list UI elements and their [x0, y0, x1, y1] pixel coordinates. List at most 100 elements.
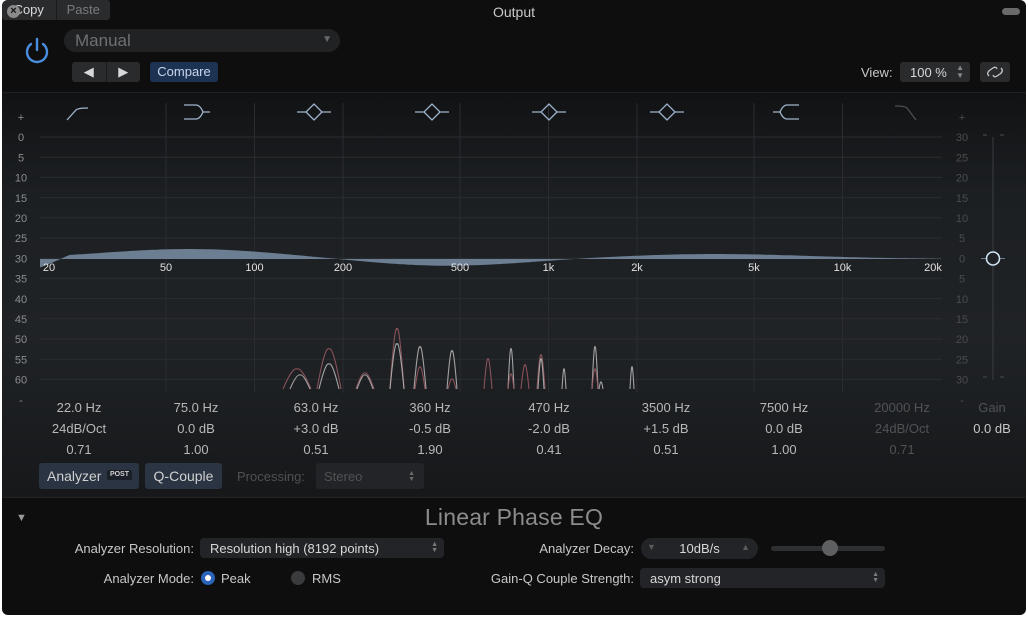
master-gain-readout: Gain 0.0 dB — [962, 399, 1022, 441]
band-q-value[interactable]: 1.00 — [734, 441, 834, 462]
band-gain-value[interactable]: -2.0 dB — [499, 420, 599, 441]
band-gain-value[interactable]: 24dB/Oct — [29, 420, 129, 441]
band-freq-value[interactable]: 7500 Hz — [734, 399, 834, 420]
analyzer-button[interactable]: Analyzer POST — [39, 463, 139, 489]
gain-value[interactable]: 0.0 dB — [962, 420, 1022, 441]
link-icon — [987, 66, 1003, 78]
preset-menu[interactable]: Manual ▼ — [64, 29, 340, 52]
link-button[interactable] — [980, 62, 1010, 82]
bell-icon[interactable] — [650, 103, 684, 121]
left-scale-label: 25 — [15, 233, 27, 245]
left-scale-label: 0 — [18, 132, 24, 144]
frequency-label: 20k — [924, 262, 942, 274]
band-gain-value[interactable]: +3.0 dB — [266, 420, 366, 441]
bell-icon[interactable] — [415, 103, 449, 121]
band-freq-value[interactable]: 22.0 Hz — [29, 399, 129, 420]
analyzer-decay-slider-thumb[interactable] — [822, 540, 838, 556]
title-bar: × Output — [2, 0, 1026, 24]
bell-icon[interactable] — [297, 103, 331, 121]
processing-select[interactable]: Stereo ▲ ▼ — [316, 463, 424, 489]
analyzer-rms-trace — [318, 363, 340, 390]
window-title: Output — [492, 4, 536, 20]
right-scale-label: 15 — [956, 193, 968, 205]
band-freq-value[interactable]: 360 Hz — [380, 399, 480, 420]
analyzer-label: Analyzer — [47, 468, 102, 484]
low-shelf-icon[interactable] — [184, 104, 210, 120]
gain-q-couple-select[interactable]: asym strong ▲ ▼ — [640, 568, 885, 588]
right-scale-label: + — [959, 112, 965, 124]
left-scale-label: 55 — [15, 354, 27, 366]
bell-icon[interactable] — [532, 103, 566, 121]
power-icon[interactable] — [22, 36, 52, 66]
next-preset-button[interactable]: ▶ — [107, 62, 141, 82]
right-scale-label: 30 — [956, 375, 968, 387]
frequency-label: 1k — [543, 262, 555, 274]
band-freq-value[interactable]: 3500 Hz — [616, 399, 716, 420]
frequency-label: 50 — [160, 262, 172, 274]
frequency-label: 5k — [748, 262, 760, 274]
view-zoom-value: 100 % — [910, 65, 947, 80]
q-couple-button[interactable]: Q-Couple — [145, 463, 222, 489]
analyzer-rms-trace — [356, 374, 374, 390]
peak-radio[interactable] — [201, 571, 215, 585]
band-6-params: 3500 Hz +1.5 dB 0.51 — [616, 399, 716, 462]
stepper-arrows-icon: ▲ ▼ — [431, 541, 438, 554]
gain-slider-handle[interactable] — [985, 251, 1001, 266]
rms-radio-label[interactable]: RMS — [312, 571, 341, 586]
lowpass-slope-icon[interactable] — [894, 105, 917, 121]
highpass-slope-icon[interactable] — [66, 107, 89, 121]
high-shelf-icon[interactable] — [773, 104, 799, 120]
analyzer-decay-label: Analyzer Decay: — [539, 541, 634, 556]
frequency-label: 20 — [43, 262, 55, 274]
left-scale-label: 35 — [15, 274, 27, 286]
band-freq-value[interactable]: 75.0 Hz — [146, 399, 246, 420]
band-4-params: 360 Hz -0.5 dB 1.90 — [380, 399, 480, 462]
left-scale-label: 20 — [15, 213, 27, 225]
analyzer-peak-trace — [447, 378, 457, 390]
analyzer-resolution-label: Analyzer Resolution: — [74, 541, 194, 556]
band-q-value[interactable]: 0.51 — [266, 441, 366, 462]
left-scale-label: 10 — [15, 173, 27, 185]
band-gain-value[interactable]: 0.0 dB — [146, 420, 246, 441]
band-gain-value[interactable]: +1.5 dB — [616, 420, 716, 441]
band-gain-value[interactable]: 0.0 dB — [734, 420, 834, 441]
processing-value: Stereo — [324, 469, 363, 484]
band-freq-value[interactable]: 20000 Hz — [852, 399, 952, 420]
frequency-label: 500 — [451, 262, 469, 274]
band-q-value[interactable]: 0.71 — [852, 441, 952, 462]
analyzer-decay-stepper[interactable]: ▼ 10dB/s ▲ — [641, 538, 758, 559]
analyzer-resolution-value: Resolution high (8192 points) — [210, 541, 380, 556]
peak-radio-label[interactable]: Peak — [221, 571, 251, 586]
band-gain-value[interactable]: 24dB/Oct — [852, 420, 952, 441]
stepper-arrows-icon: ▲ ▼ — [408, 470, 415, 483]
band-freq-value[interactable]: 63.0 Hz — [266, 399, 366, 420]
band-q-value[interactable]: 1.90 — [380, 441, 480, 462]
right-scale-label: 5 — [959, 274, 965, 286]
analyzer-rms-trace — [629, 366, 635, 390]
analyzer-post-badge[interactable]: POST — [106, 470, 132, 480]
chevron-down-icon: ▼ — [322, 34, 332, 45]
analyzer-resolution-select[interactable]: Resolution high (8192 points) ▲ ▼ — [200, 538, 444, 558]
band-q-value[interactable]: 0.41 — [499, 441, 599, 462]
processing-label: Processing: — [237, 469, 305, 484]
right-scale-label: 10 — [956, 213, 968, 225]
gain-q-couple-value: asym strong — [650, 571, 721, 586]
analyzer-rms-trace — [289, 374, 311, 390]
band-gain-value[interactable]: -0.5 dB — [380, 420, 480, 441]
band-5-params: 470 Hz -2.0 dB 0.41 — [499, 399, 599, 462]
frequency-label: 2k — [631, 262, 643, 274]
stepper-arrows-icon: ▲ ▼ — [956, 63, 964, 80]
band-q-value[interactable]: 0.71 — [29, 441, 129, 462]
band-8-params: 20000 Hz 24dB/Oct 0.71 — [852, 399, 952, 462]
preset-navigation: ◀ ▶ — [72, 62, 140, 82]
toolbar-toggle-button[interactable] — [1002, 8, 1020, 15]
previous-preset-button[interactable]: ◀ — [72, 62, 107, 82]
rms-radio[interactable] — [291, 571, 305, 585]
band-q-value[interactable]: 1.00 — [146, 441, 246, 462]
compare-button[interactable]: Compare — [150, 62, 218, 82]
increment-icon[interactable]: ▲ — [741, 542, 750, 552]
gain-label: Gain — [978, 400, 1006, 415]
view-zoom-select[interactable]: 100 % ▲ ▼ — [900, 62, 970, 82]
band-q-value[interactable]: 0.51 — [616, 441, 716, 462]
band-freq-value[interactable]: 470 Hz — [499, 399, 599, 420]
